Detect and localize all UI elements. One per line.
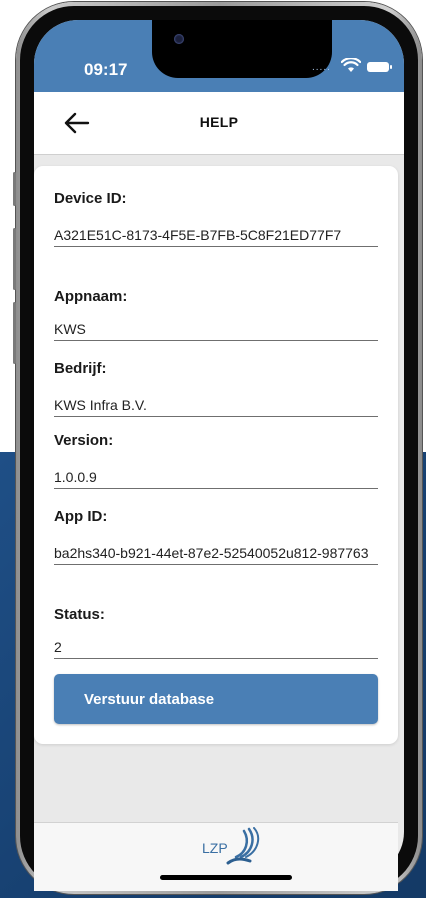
page-title: HELP (199, 114, 239, 130)
version-value: 1.0.0.9 (54, 468, 378, 489)
camera-notch (152, 20, 332, 78)
info-card: Device ID: A321E51C-8173-4F5E-B7FB-5C8F2… (34, 166, 398, 744)
status-value: 2 (54, 638, 378, 659)
mute-switch (13, 172, 16, 206)
app-header: HELP (34, 92, 404, 155)
bottom-bar: LZP (34, 822, 398, 891)
app-name-value: KWS (54, 320, 378, 341)
logo-text: LZP (202, 840, 228, 856)
lzp-logo-icon: LZP (202, 827, 260, 865)
company-label: Bedrijf: (54, 360, 107, 377)
send-database-button[interactable]: Verstuur database (54, 674, 378, 724)
wifi-icon (341, 58, 361, 72)
status-label: Status: (54, 606, 105, 623)
camera-icon (174, 34, 184, 44)
volume-down-button (13, 302, 16, 364)
status-time: 09:17 (84, 60, 128, 79)
volume-up-button (13, 228, 16, 290)
app-name-label: Appnaam: (54, 288, 128, 305)
app-id-label: App ID: (54, 508, 108, 525)
signal-icon: ..... (312, 62, 331, 73)
home-indicator (160, 875, 292, 880)
company-value: KWS Infra B.V. (54, 396, 378, 417)
version-label: Version: (54, 432, 114, 449)
app-id-value: ba2hs340-b921-44et-87e2-52540052u812-987… (54, 544, 378, 565)
status-bar: 09:17 ..... (34, 20, 404, 92)
device-id-value: A321E51C-8173-4F5E-B7FB-5C8F21ED77F7 (54, 226, 378, 247)
device-id-label: Device ID: (54, 190, 127, 207)
battery-icon (367, 62, 392, 72)
